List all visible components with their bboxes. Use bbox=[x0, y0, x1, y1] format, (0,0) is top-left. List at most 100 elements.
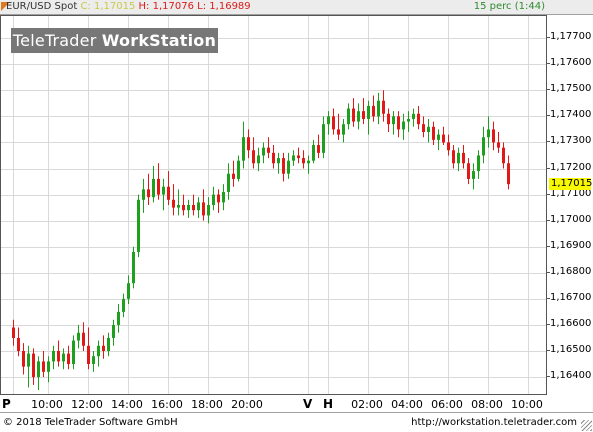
candle-body bbox=[432, 126, 435, 140]
candle-body bbox=[287, 160, 290, 174]
price-axis[interactable]: 1,17700 1,17600 1,17500 1,17400 1,17300 1,172… bbox=[546, 15, 593, 395]
high-value: 1,17076 bbox=[152, 1, 194, 12]
watermark-logo: TeleTrader WorkStation bbox=[11, 28, 218, 53]
candle-body bbox=[382, 100, 385, 114]
candle-body bbox=[227, 173, 230, 192]
candle-body bbox=[357, 111, 360, 122]
candle-body bbox=[462, 152, 465, 164]
y-tick-label: 1,17400 bbox=[546, 109, 592, 121]
y-tick-label: 1,17600 bbox=[546, 57, 592, 69]
x-tick-label: 16:00 bbox=[151, 398, 183, 411]
candle-body bbox=[307, 160, 310, 164]
x-tick-label: 06:00 bbox=[431, 398, 463, 411]
candle-body bbox=[152, 178, 155, 198]
candle-body bbox=[392, 116, 395, 125]
watermark-brand: TeleTrader bbox=[12, 31, 97, 50]
candle-body bbox=[37, 361, 40, 378]
candle-body bbox=[472, 171, 475, 179]
candle-body bbox=[42, 361, 45, 372]
x-tick-label: 14:00 bbox=[111, 398, 143, 411]
candle-body bbox=[422, 124, 425, 133]
y-tick-label: 1,16800 bbox=[546, 265, 592, 277]
candle-body bbox=[212, 194, 215, 205]
candle-body bbox=[202, 202, 205, 216]
candle-body bbox=[77, 332, 80, 341]
candlestick-chart[interactable] bbox=[1, 16, 546, 394]
website-link[interactable]: http://workstation.teletrader.com bbox=[411, 413, 577, 432]
candle-body bbox=[147, 189, 150, 198]
candle-body bbox=[47, 361, 50, 372]
candle-body bbox=[352, 108, 355, 122]
candle-body bbox=[347, 108, 350, 125]
candle-body bbox=[317, 145, 320, 153]
x-tick-label: 10:00 bbox=[31, 398, 63, 411]
candle-body bbox=[132, 251, 135, 284]
candle-body bbox=[12, 327, 15, 338]
candle-body bbox=[182, 205, 185, 211]
candle-body bbox=[267, 147, 270, 153]
low-value: 1,16989 bbox=[209, 1, 251, 12]
y-tick-label: 1,16900 bbox=[546, 239, 592, 251]
candle-body bbox=[312, 145, 315, 161]
interval-label: 15 perc (1:44) bbox=[473, 1, 545, 12]
candle-body bbox=[277, 158, 280, 164]
candle-body bbox=[262, 147, 265, 156]
candle-body bbox=[497, 142, 500, 148]
y-tick-label: 1,16400 bbox=[546, 370, 592, 382]
x-tick-label: 18:00 bbox=[191, 398, 223, 411]
candle-body bbox=[127, 283, 130, 299]
candle-body bbox=[377, 100, 380, 117]
candle-body bbox=[397, 116, 400, 130]
candle-body bbox=[217, 194, 220, 203]
candle-body bbox=[197, 202, 200, 211]
candle-body bbox=[482, 137, 485, 156]
candle-body bbox=[82, 332, 85, 346]
candle-body bbox=[232, 173, 235, 179]
candle-body bbox=[112, 324, 115, 338]
chart-plot-area[interactable]: TeleTrader WorkStation bbox=[0, 15, 547, 395]
candle-body bbox=[242, 137, 245, 161]
candle-body bbox=[222, 191, 225, 203]
candle-body bbox=[272, 152, 275, 164]
x-day-label: P bbox=[2, 397, 11, 411]
candle-body bbox=[87, 345, 90, 365]
y-tick-label: 1,17700 bbox=[546, 31, 592, 43]
candle-body bbox=[447, 142, 450, 151]
candle-body bbox=[22, 350, 25, 367]
candle-body bbox=[137, 199, 140, 252]
candle-body bbox=[362, 111, 365, 119]
close-label: C: bbox=[80, 1, 91, 12]
candle-body bbox=[247, 137, 250, 151]
candle-body bbox=[492, 129, 495, 143]
candle-body bbox=[162, 186, 165, 195]
x-tick-label: 20:00 bbox=[231, 398, 263, 411]
candle-body bbox=[502, 147, 505, 164]
candle-body bbox=[292, 155, 295, 161]
y-tick-label: 1,17500 bbox=[546, 83, 592, 95]
candle-body bbox=[437, 134, 440, 140]
time-axis[interactable]: P 10:00 12:00 14:00 16:00 18:00 20:00 V H 02:00 04… bbox=[0, 396, 547, 412]
candle-body bbox=[507, 163, 510, 185]
candle-body bbox=[52, 350, 55, 362]
candle-body bbox=[257, 155, 260, 164]
candle-body bbox=[342, 124, 345, 135]
candle-body bbox=[427, 126, 430, 133]
candle-body bbox=[177, 205, 180, 208]
x-tick-label: 10:00 bbox=[511, 398, 543, 411]
candle-body bbox=[142, 189, 145, 200]
candle-body bbox=[67, 353, 70, 365]
candle-body bbox=[487, 129, 490, 138]
candle-body bbox=[57, 350, 60, 362]
candle-body bbox=[412, 113, 415, 119]
candle-body bbox=[32, 353, 35, 378]
candle-body bbox=[252, 150, 255, 164]
candle-body bbox=[62, 353, 65, 362]
candle-body bbox=[337, 129, 340, 135]
y-tick-label: 1,17000 bbox=[546, 213, 592, 225]
candle-body bbox=[117, 311, 120, 325]
x-day-label: V bbox=[303, 397, 313, 411]
candle-body bbox=[172, 199, 175, 208]
resize-grip-icon[interactable] bbox=[581, 420, 592, 431]
candle-body bbox=[157, 178, 160, 195]
copyright-text: © 2018 TeleTrader Software GmbH bbox=[3, 417, 178, 428]
